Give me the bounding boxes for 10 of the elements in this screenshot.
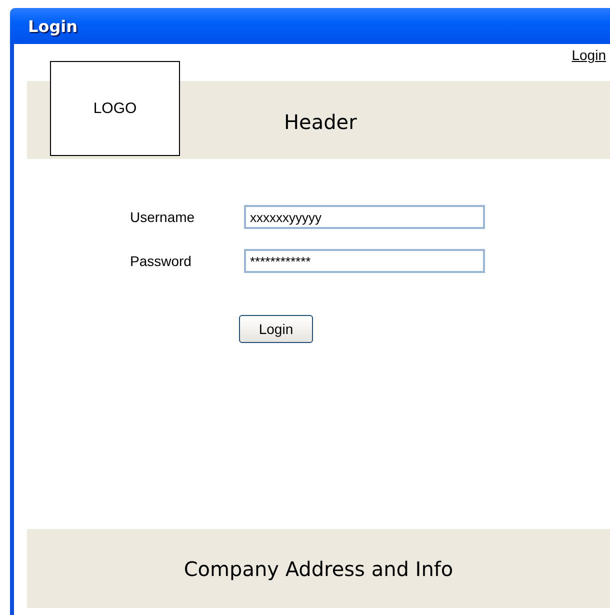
login-link[interactable]: Login — [572, 47, 606, 64]
header-title: Header — [284, 110, 357, 134]
input-field[interactable]: ************ — [244, 249, 485, 273]
field-label: Username — [130, 209, 196, 225]
login-button[interactable]: Login — [239, 315, 313, 343]
window-title: Login — [28, 16, 78, 36]
field-label: Password — [130, 253, 192, 269]
logo-text: LOGO — [93, 100, 137, 117]
footer-text: Company Address and Info — [184, 556, 454, 580]
input-field[interactable]: xxxxxxyyyyy — [244, 205, 485, 229]
